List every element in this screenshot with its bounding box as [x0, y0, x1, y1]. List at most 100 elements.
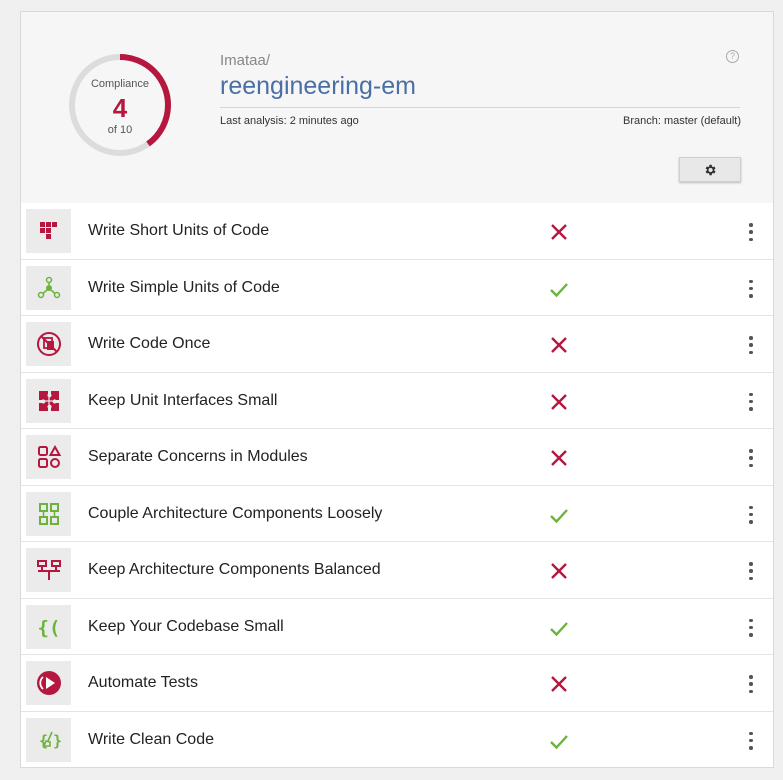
more-menu-button[interactable]	[743, 449, 759, 467]
guideline-row[interactable]: Keep Architecture Components Balanced	[21, 542, 773, 599]
dot	[749, 576, 753, 580]
dot	[749, 633, 753, 637]
dot	[749, 286, 753, 291]
guideline-row[interactable]: Keep Unit Interfaces Small	[21, 373, 773, 429]
compliance-title: Compliance	[90, 78, 150, 90]
dot	[749, 230, 753, 234]
dot	[749, 569, 753, 573]
loose-components-icon	[38, 502, 59, 525]
guideline-icon-box	[26, 265, 71, 310]
guideline-label[interactable]: Couple Architecture Components Loosely	[88, 505, 382, 523]
guideline-label[interactable]: Write Code Once	[88, 335, 210, 353]
guideline-row[interactable]: {( Keep Your Codebase Small	[21, 599, 773, 655]
dot	[749, 738, 753, 743]
dot	[749, 449, 753, 453]
more-menu-button[interactable]	[743, 731, 759, 750]
more-menu-button[interactable]	[743, 279, 759, 298]
dot	[749, 675, 753, 679]
guideline-icon-box	[26, 378, 71, 423]
guideline-label[interactable]: Write Clean Code	[88, 731, 214, 749]
broom-icon: {}	[39, 731, 62, 750]
code-once-icon	[36, 332, 61, 356]
puzzle-icon	[38, 390, 59, 411]
guideline-icon-box: {(	[26, 604, 71, 649]
dot	[749, 237, 753, 241]
guideline-label[interactable]: Keep Unit Interfaces Small	[88, 392, 277, 410]
dot	[749, 689, 753, 693]
dot	[749, 392, 753, 396]
dot	[749, 625, 753, 630]
guideline-label[interactable]: Write Simple Units of Code	[88, 279, 280, 297]
check-icon	[550, 282, 568, 297]
guideline-label[interactable]: Keep Your Codebase Small	[88, 618, 284, 636]
dot	[749, 562, 753, 566]
repo-owner[interactable]: Imataa/	[220, 52, 270, 69]
gear-icon	[705, 164, 716, 175]
more-menu-button[interactable]	[743, 336, 759, 354]
guideline-icon-box	[26, 548, 71, 592]
branch-info: Branch: master (default)	[623, 115, 741, 127]
dot	[749, 407, 753, 411]
cross-icon	[551, 563, 567, 579]
guideline-row[interactable]: Couple Architecture Components Loosely	[21, 486, 773, 542]
guideline-icon-box	[26, 435, 71, 479]
guideline-row[interactable]: {} Write Clean Code	[21, 712, 773, 769]
svg-text:{(: {(	[37, 617, 60, 639]
simple-units-icon	[37, 276, 60, 298]
guideline-label[interactable]: Write Short Units of Code	[88, 222, 269, 240]
dot	[749, 463, 753, 467]
braces-icon: {(	[37, 617, 60, 639]
dot	[749, 343, 753, 347]
balanced-components-icon	[36, 560, 61, 580]
dot	[749, 731, 753, 735]
last-analysis: Last analysis: 2 minutes ago	[220, 115, 359, 127]
check-icon	[550, 508, 568, 523]
guideline-row[interactable]: Separate Concerns in Modules	[21, 429, 773, 486]
guideline-list: Write Short Units of Code Write Simple U…	[21, 203, 773, 768]
cross-icon	[551, 337, 567, 353]
settings-button[interactable]	[679, 157, 741, 182]
repo-name[interactable]: reengineering-em	[220, 72, 416, 101]
guideline-label[interactable]: Separate Concerns in Modules	[88, 448, 308, 466]
short-units-icon	[39, 222, 57, 239]
cross-icon	[551, 676, 567, 692]
more-menu-button[interactable]	[743, 562, 759, 580]
guideline-row[interactable]: Automate Tests	[21, 655, 773, 712]
guideline-row[interactable]: Write Short Units of Code	[21, 203, 773, 260]
help-icon[interactable]: ?	[726, 50, 739, 63]
dot	[749, 456, 753, 460]
cross-icon	[551, 224, 567, 240]
more-menu-button[interactable]	[743, 675, 759, 693]
dot	[749, 399, 753, 404]
repository-card: Compliance 4 of 10 Imataa/ reengineering…	[20, 11, 774, 768]
guideline-icon-box	[26, 322, 71, 366]
dot	[749, 520, 753, 524]
guideline-label[interactable]: Automate Tests	[88, 674, 198, 692]
cross-icon	[551, 393, 567, 410]
dot	[749, 350, 753, 354]
more-menu-button[interactable]	[743, 223, 759, 241]
dot	[749, 279, 753, 283]
more-menu-button[interactable]	[743, 505, 759, 524]
dot	[749, 223, 753, 227]
guideline-label[interactable]: Keep Architecture Components Balanced	[88, 561, 381, 579]
dot	[749, 746, 753, 750]
play-icon	[36, 671, 61, 695]
more-menu-button[interactable]	[743, 618, 759, 637]
dot	[749, 505, 753, 509]
guideline-row[interactable]: Write Code Once	[21, 316, 773, 373]
guideline-icon-box: {}	[26, 717, 71, 762]
check-icon	[550, 621, 568, 636]
modules-icon	[37, 444, 61, 468]
repository-header: Compliance 4 of 10 Imataa/ reengineering…	[21, 12, 773, 203]
guideline-row[interactable]: Write Simple Units of Code	[21, 260, 773, 316]
compliance-score: 4	[112, 93, 128, 123]
guideline-icon-box	[26, 209, 71, 253]
cross-icon	[551, 450, 567, 466]
guideline-icon-box	[26, 661, 71, 705]
more-menu-button[interactable]	[743, 392, 759, 411]
dot	[749, 336, 753, 340]
header-divider	[220, 107, 740, 108]
compliance-total: of 10	[107, 124, 133, 136]
svg-text:}: }	[53, 732, 62, 750]
